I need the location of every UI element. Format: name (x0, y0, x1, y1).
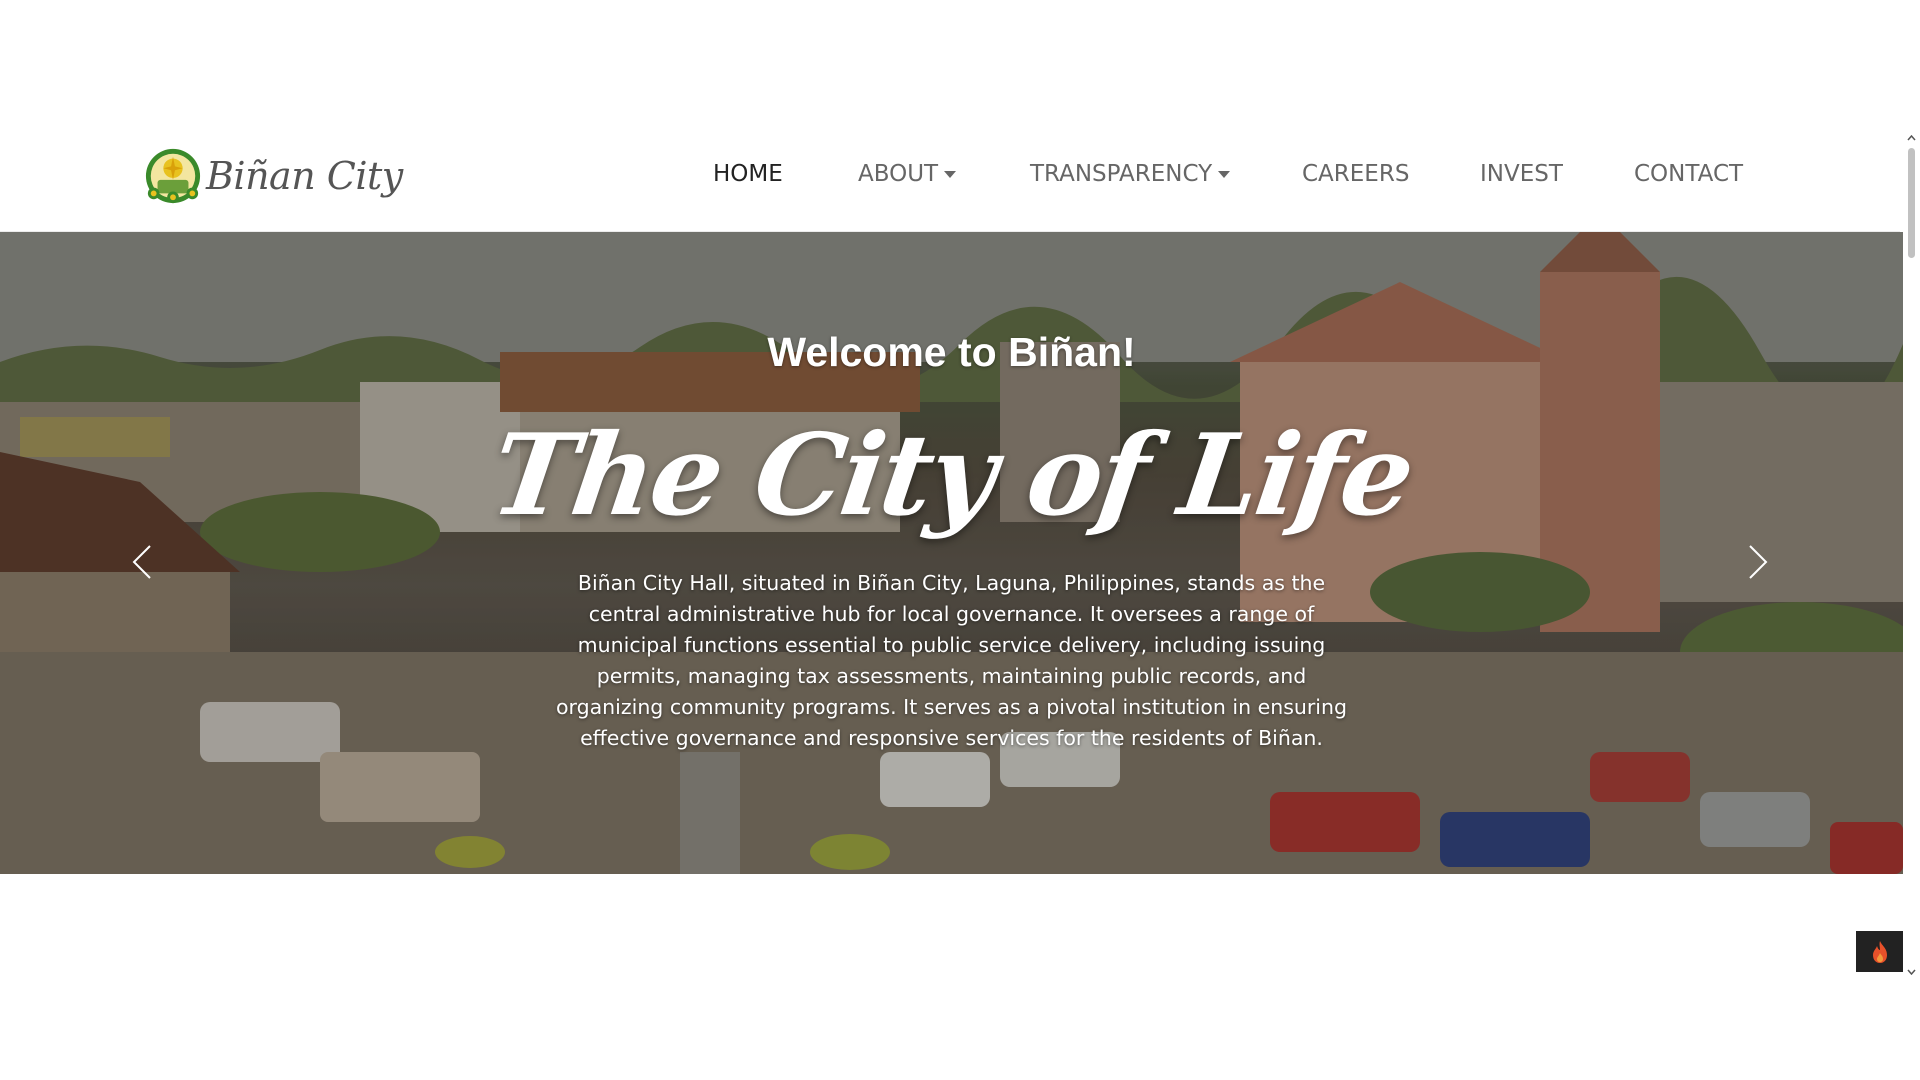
nav-item-contact[interactable]: CONTACT (1634, 158, 1743, 190)
caret-down-icon (944, 171, 957, 178)
hero-description: Biñan City Hall, situated in Biñan City,… (555, 571, 1347, 750)
chevron-left-icon (132, 545, 151, 579)
scroll-down-arrow-icon[interactable] (1906, 966, 1917, 977)
nav-item-label: TRANSPARENCY (1030, 161, 1213, 187)
caret-down-icon (1218, 171, 1231, 178)
navbar: Biñan City HOME ABOUT TRANSPARENCY CAREE… (0, 120, 1900, 232)
hero-kicker: Welcome to Biñan! (767, 329, 1136, 375)
carousel-next-button[interactable] (1736, 532, 1780, 592)
nav-item-label: CAREERS (1302, 161, 1410, 187)
hero-carousel: Welcome to Biñan! The City of Life Biñan… (0, 232, 1903, 874)
nav-item-home[interactable]: HOME (713, 158, 783, 190)
scrollbar-thumb[interactable] (1908, 148, 1915, 258)
page-scrollbar[interactable] (1903, 130, 1920, 980)
chevron-right-icon (1749, 545, 1768, 579)
city-seal-icon (145, 148, 201, 204)
nav-item-label: INVEST (1480, 161, 1563, 187)
fire-icon (1872, 940, 1887, 963)
nav-item-about[interactable]: ABOUT (858, 158, 957, 190)
nav-item-label: CONTACT (1634, 161, 1744, 187)
brand-name: Biñan City (206, 154, 403, 198)
nav-item-label: HOME (713, 161, 783, 187)
brand-logo[interactable]: Biñan City (144, 146, 403, 206)
hero-title: The City of Life (483, 410, 1420, 541)
nav-item-careers[interactable]: CAREERS (1302, 158, 1409, 190)
nav-item-transparency[interactable]: TRANSPARENCY (1030, 158, 1231, 190)
nav-item-invest[interactable]: INVEST (1480, 158, 1563, 190)
nav-item-label: ABOUT (858, 161, 939, 187)
scroll-up-arrow-icon[interactable] (1906, 132, 1917, 143)
floating-widget-button[interactable] (1856, 931, 1903, 972)
carousel-prev-button[interactable] (120, 532, 164, 592)
